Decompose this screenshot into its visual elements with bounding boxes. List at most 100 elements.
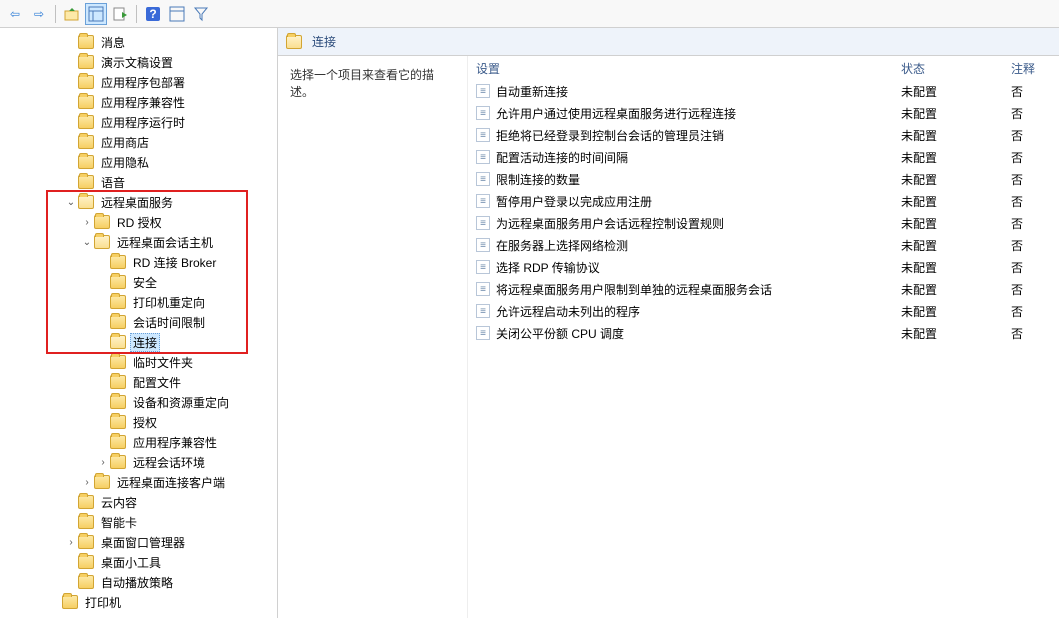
tree-node[interactable]: ›桌面窗口管理器 xyxy=(0,532,277,552)
tree-node[interactable]: ⌄远程桌面会话主机 xyxy=(0,232,277,252)
policy-state: 未配置 xyxy=(901,149,1011,166)
tree-node[interactable]: · 会话时间限制 xyxy=(0,312,277,332)
tree-node[interactable]: ·消息 xyxy=(0,32,277,52)
policy-icon: ≡ xyxy=(476,172,490,186)
chevron-right-icon[interactable]: › xyxy=(80,475,94,489)
policy-row[interactable]: ≡将远程桌面服务用户限制到单独的远程桌面服务会话未配置否 xyxy=(468,278,1059,300)
tree-node[interactable]: ·临时文件夹 xyxy=(0,352,277,372)
folder-icon xyxy=(78,95,94,109)
tree-node[interactable]: ·语音 xyxy=(0,172,277,192)
policy-state: 未配置 xyxy=(901,281,1011,298)
export-button[interactable] xyxy=(109,3,131,25)
properties-button[interactable] xyxy=(166,3,188,25)
policy-row[interactable]: ≡关闭公平份额 CPU 调度未配置否 xyxy=(468,322,1059,344)
policy-comment: 否 xyxy=(1011,127,1051,144)
policy-icon: ≡ xyxy=(476,326,490,340)
tree-node[interactable]: ·演示文稿设置 xyxy=(0,52,277,72)
twisty-blank: · xyxy=(64,575,78,589)
policy-row[interactable]: ≡配置活动连接的时间间隔未配置否 xyxy=(468,146,1059,168)
tree-node[interactable]: ·RD 连接 Broker xyxy=(0,252,277,272)
back-button[interactable]: ⇦ xyxy=(4,3,26,25)
folder-icon xyxy=(78,515,94,529)
twisty-blank: · xyxy=(64,35,78,49)
help-icon: ? xyxy=(146,7,160,21)
tree-node-label: 配置文件 xyxy=(130,373,184,392)
detail-header: 连接 xyxy=(278,28,1059,56)
twisty-blank: · xyxy=(96,315,110,329)
policy-row[interactable]: ≡选择 RDP 传输协议未配置否 xyxy=(468,256,1059,278)
tree-node-label: 远程会话环境 xyxy=(130,453,208,472)
tree-node[interactable]: ·授权 xyxy=(0,412,277,432)
policy-row[interactable]: ≡为远程桌面服务用户会话远程控制设置规则未配置否 xyxy=(468,212,1059,234)
up-button[interactable] xyxy=(61,3,83,25)
tree-node[interactable]: ·应用程序兼容性 xyxy=(0,432,277,452)
tree-node[interactable]: ·应用隐私 xyxy=(0,152,277,172)
policy-icon: ≡ xyxy=(476,128,490,142)
tree-node[interactable]: › 远程会话环境 xyxy=(0,452,277,472)
tree-node[interactable]: ·应用商店 xyxy=(0,132,277,152)
policy-comment: 否 xyxy=(1011,259,1051,276)
tree-node[interactable]: ·应用程序运行时 xyxy=(0,112,277,132)
tree-node[interactable]: ·打印机重定向 xyxy=(0,292,277,312)
column-headers[interactable]: 设置 状态 注释 xyxy=(468,56,1059,80)
policy-icon: ≡ xyxy=(476,194,490,208)
folder-icon xyxy=(78,575,94,589)
tree-node[interactable]: ·设备和资源重定向 xyxy=(0,392,277,412)
tree-node[interactable]: ·打印机 xyxy=(0,592,277,612)
policy-row[interactable]: ≡暂停用户登录以完成应用注册未配置否 xyxy=(468,190,1059,212)
tree-node-label: 应用程序兼容性 xyxy=(130,433,220,452)
tree-node-label: 安全 xyxy=(130,273,160,292)
folder-icon xyxy=(110,415,126,429)
help-button[interactable]: ? xyxy=(142,3,164,25)
filter-button[interactable] xyxy=(190,3,212,25)
policy-state: 未配置 xyxy=(901,325,1011,342)
policy-name: 允许远程启动未列出的程序 xyxy=(496,303,640,320)
tree-root: ·消息·演示文稿设置·应用程序包部署·应用程序兼容性·应用程序运行时·应用商店·… xyxy=(0,32,277,612)
policy-name: 拒绝将已经登录到控制台会话的管理员注销 xyxy=(496,127,724,144)
tree-node[interactable]: › RD 授权 xyxy=(0,212,277,232)
policy-comment: 否 xyxy=(1011,325,1051,342)
policy-name: 暂停用户登录以完成应用注册 xyxy=(496,193,652,210)
forward-button[interactable]: ⇨ xyxy=(28,3,50,25)
twisty-blank: · xyxy=(96,375,110,389)
view-button[interactable] xyxy=(85,3,107,25)
tree-node-label: 会话时间限制 xyxy=(130,313,208,332)
tree-node-label: RD 授权 xyxy=(114,213,165,232)
tree-node[interactable]: ·桌面小工具 xyxy=(0,552,277,572)
folder-icon xyxy=(78,135,94,149)
tree-node[interactable]: ·云内容 xyxy=(0,492,277,512)
policy-rows: ≡自动重新连接未配置否≡允许用户通过使用远程桌面服务进行远程连接未配置否 ≡ 拒绝将… xyxy=(468,80,1059,618)
tree-node[interactable]: ⌄远程桌面服务 xyxy=(0,192,277,212)
policy-row[interactable]: ≡自动重新连接未配置否 xyxy=(468,80,1059,102)
policy-icon: ≡ xyxy=(476,304,490,318)
col-state[interactable]: 状态 xyxy=(901,60,1011,77)
tree-node[interactable]: ›远程桌面连接客户端 xyxy=(0,472,277,492)
chevron-down-icon[interactable]: ⌄ xyxy=(64,195,78,209)
tree-pane[interactable]: ·消息·演示文稿设置·应用程序包部署·应用程序兼容性·应用程序运行时·应用商店·… xyxy=(0,28,278,618)
folder-icon xyxy=(110,335,126,349)
col-setting[interactable]: 设置 xyxy=(476,60,901,77)
tree-node[interactable]: ·智能卡 xyxy=(0,512,277,532)
policy-name: 限制连接的数量 xyxy=(496,171,580,188)
tree-node[interactable]: ·应用程序兼容性 xyxy=(0,92,277,112)
tree-node[interactable]: ·连接 xyxy=(0,332,277,352)
policy-row[interactable]: ≡限制连接的数量未配置否 xyxy=(468,168,1059,190)
policy-state: 未配置 xyxy=(901,171,1011,188)
policy-row[interactable]: ≡允许用户通过使用远程桌面服务进行远程连接未配置否 xyxy=(468,102,1059,124)
col-comment[interactable]: 注释 xyxy=(1011,60,1051,77)
tree-node[interactable]: · 配置文件 xyxy=(0,372,277,392)
twisty-blank: · xyxy=(64,155,78,169)
policy-row[interactable]: ≡在服务器上选择网络检测未配置否 xyxy=(468,234,1059,256)
tree-node[interactable]: ·自动播放策略 xyxy=(0,572,277,592)
tree-node[interactable]: ·安全 xyxy=(0,272,277,292)
properties-icon xyxy=(169,6,185,22)
tree-node[interactable]: ·应用程序包部署 xyxy=(0,72,277,92)
policy-row[interactable]: ≡允许远程启动未列出的程序未配置否 xyxy=(468,300,1059,322)
folder-icon xyxy=(78,55,94,69)
chevron-down-icon[interactable]: ⌄ xyxy=(80,235,94,249)
chevron-right-icon[interactable]: › xyxy=(80,215,94,229)
chevron-right-icon[interactable]: › xyxy=(96,455,110,469)
tree-node-label: 连接 xyxy=(130,333,160,352)
chevron-right-icon[interactable]: › xyxy=(64,535,78,549)
policy-row[interactable]: ≡拒绝将已经登录到控制台会话的管理员注销未配置否 xyxy=(468,124,1059,146)
